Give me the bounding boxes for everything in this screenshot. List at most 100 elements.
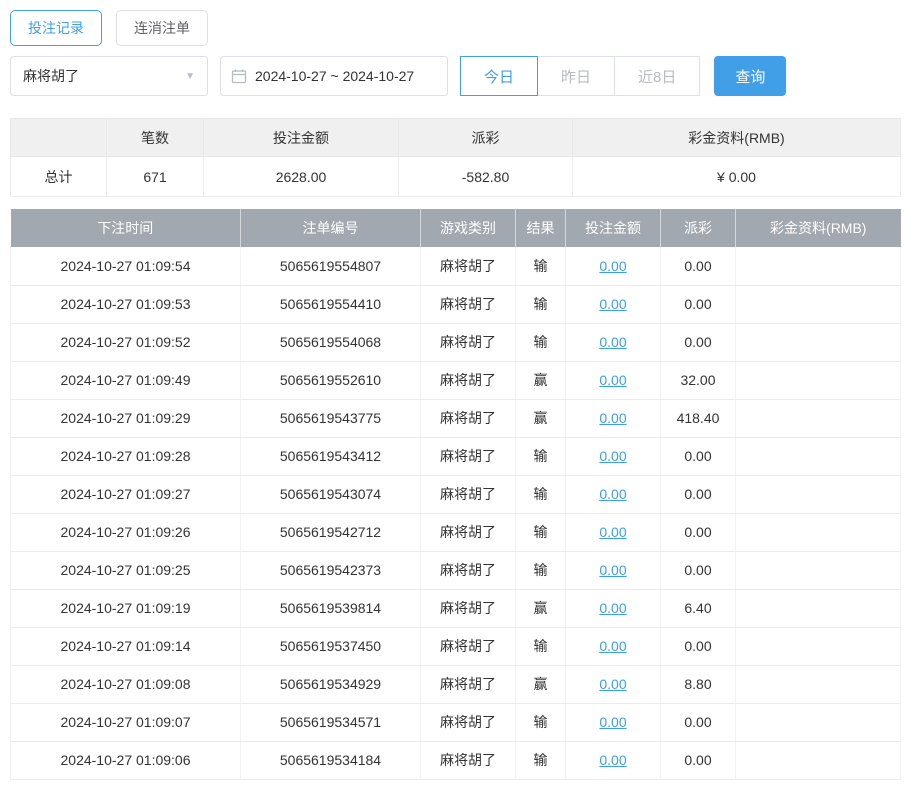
game-type-select-value: 麻将胡了 — [23, 66, 79, 86]
bet-amount-cell: 0.00 — [566, 627, 661, 665]
result-cell: 输 — [516, 285, 566, 323]
col-header-bet-amount: 投注金额 — [566, 209, 661, 247]
game-type-cell: 麻将胡了 — [421, 323, 516, 361]
date-range-picker[interactable]: 2024-10-27 ~ 2024-10-27 — [220, 56, 448, 96]
summary-bonus-value: ¥ 0.00 — [573, 157, 901, 197]
payout-cell: 0.00 — [661, 285, 736, 323]
table-row: 2024-10-27 01:09:525065619554068麻将胡了输0.0… — [11, 323, 901, 361]
game-type-cell: 麻将胡了 — [421, 589, 516, 627]
game-type-cell: 麻将胡了 — [421, 437, 516, 475]
bet-amount-link[interactable]: 0.00 — [599, 334, 626, 350]
bet-amount-link[interactable]: 0.00 — [599, 562, 626, 578]
bonus-cell — [736, 361, 901, 399]
col-header-game-type: 游戏类别 — [421, 209, 516, 247]
bet-amount-cell: 0.00 — [566, 703, 661, 741]
table-row: 2024-10-27 01:09:255065619542373麻将胡了输0.0… — [11, 551, 901, 589]
bet-amount-link[interactable]: 0.00 — [599, 638, 626, 654]
bonus-cell — [736, 551, 901, 589]
payout-cell: 0.00 — [661, 247, 736, 285]
table-row: 2024-10-27 01:09:295065619543775麻将胡了赢0.0… — [11, 399, 901, 437]
bonus-cell — [736, 627, 901, 665]
payout-cell: 0.00 — [661, 741, 736, 779]
bonus-cell — [736, 589, 901, 627]
order-id-cell: 5065619542712 — [241, 513, 421, 551]
result-cell: 输 — [516, 475, 566, 513]
result-cell: 赢 — [516, 361, 566, 399]
range-yesterday-button[interactable]: 昨日 — [537, 56, 615, 96]
bet-amount-link[interactable]: 0.00 — [599, 714, 626, 730]
summary-bet-amount-value: 2628.00 — [204, 157, 399, 197]
filters-row: 麻将胡了 ▼ 2024-10-27 ~ 2024-10-27 今日 昨日 近8日… — [10, 56, 900, 96]
bet-amount-link[interactable]: 0.00 — [599, 448, 626, 464]
game-type-select[interactable]: 麻将胡了 ▼ — [10, 56, 208, 96]
order-id-cell: 5065619537450 — [241, 627, 421, 665]
summary-header-row: 笔数 投注金额 派彩 彩金资料(RMB) — [11, 119, 901, 157]
table-row: 2024-10-27 01:09:545065619554807麻将胡了输0.0… — [11, 247, 901, 285]
bet-time-cell: 2024-10-27 01:09:08 — [11, 665, 241, 703]
bet-time-cell: 2024-10-27 01:09:14 — [11, 627, 241, 665]
bet-time-cell: 2024-10-27 01:09:28 — [11, 437, 241, 475]
bet-amount-link[interactable]: 0.00 — [599, 258, 626, 274]
range-last-8-days-button[interactable]: 近8日 — [614, 56, 700, 96]
order-id-cell: 5065619552610 — [241, 361, 421, 399]
order-id-cell: 5065619554068 — [241, 323, 421, 361]
bonus-cell — [736, 513, 901, 551]
summary-total-row: 总计 671 2628.00 -582.80 ¥ 0.00 — [11, 157, 901, 197]
result-cell: 赢 — [516, 665, 566, 703]
order-id-cell: 5065619543412 — [241, 437, 421, 475]
result-cell: 输 — [516, 323, 566, 361]
records-header-row: 下注时间 注单编号 游戏类别 结果 投注金额 派彩 彩金资料(RMB) — [11, 209, 901, 247]
date-range-value: 2024-10-27 ~ 2024-10-27 — [255, 68, 414, 84]
summary-total-label: 总计 — [11, 157, 107, 197]
game-type-cell: 麻将胡了 — [421, 551, 516, 589]
range-today-button[interactable]: 今日 — [460, 56, 538, 96]
bonus-cell — [736, 247, 901, 285]
table-row: 2024-10-27 01:09:265065619542712麻将胡了输0.0… — [11, 513, 901, 551]
bet-time-cell: 2024-10-27 01:09:06 — [11, 741, 241, 779]
result-cell: 赢 — [516, 399, 566, 437]
summary-header-bonus: 彩金资料(RMB) — [573, 119, 901, 157]
result-cell: 输 — [516, 703, 566, 741]
payout-cell: 0.00 — [661, 551, 736, 589]
bet-amount-link[interactable]: 0.00 — [599, 676, 626, 692]
tab-betting-records[interactable]: 投注记录 — [10, 10, 102, 46]
order-id-cell: 5065619534929 — [241, 665, 421, 703]
search-button[interactable]: 查询 — [714, 56, 786, 96]
bet-time-cell: 2024-10-27 01:09:26 — [11, 513, 241, 551]
betting-records-page: 投注记录 连消注单 麻将胡了 ▼ 2024-10-27 ~ 2024-10-27… — [0, 0, 910, 790]
bet-amount-cell: 0.00 — [566, 513, 661, 551]
payout-cell: 0.00 — [661, 703, 736, 741]
bet-amount-cell: 0.00 — [566, 589, 661, 627]
summary-header-count: 笔数 — [107, 119, 204, 157]
result-cell: 输 — [516, 627, 566, 665]
bet-amount-link[interactable]: 0.00 — [599, 600, 626, 616]
bet-amount-cell: 0.00 — [566, 323, 661, 361]
bet-amount-cell: 0.00 — [566, 285, 661, 323]
summary-table: 笔数 投注金额 派彩 彩金资料(RMB) 总计 671 2628.00 -582… — [10, 118, 901, 197]
bet-time-cell: 2024-10-27 01:09:53 — [11, 285, 241, 323]
tab-cancelled-orders[interactable]: 连消注单 — [116, 10, 208, 46]
bet-time-cell: 2024-10-27 01:09:54 — [11, 247, 241, 285]
result-cell: 输 — [516, 437, 566, 475]
payout-cell: 6.40 — [661, 589, 736, 627]
payout-cell: 0.00 — [661, 437, 736, 475]
bet-amount-cell: 0.00 — [566, 741, 661, 779]
bonus-cell — [736, 475, 901, 513]
payout-cell: 0.00 — [661, 323, 736, 361]
result-cell: 输 — [516, 247, 566, 285]
summary-header-payout: 派彩 — [399, 119, 573, 157]
bet-amount-link[interactable]: 0.00 — [599, 752, 626, 768]
bonus-cell — [736, 399, 901, 437]
table-row: 2024-10-27 01:09:285065619543412麻将胡了输 0.0… — [11, 437, 901, 475]
result-cell: 输 — [516, 551, 566, 589]
bet-amount-link[interactable]: 0.00 — [599, 524, 626, 540]
game-type-cell: 麻将胡了 — [421, 513, 516, 551]
bet-amount-link[interactable]: 0.00 — [599, 486, 626, 502]
summary-count-value: 671 — [107, 157, 204, 197]
col-header-result: 结果 — [516, 209, 566, 247]
bet-amount-link[interactable]: 0.00 — [599, 296, 626, 312]
bet-amount-link[interactable]: 0.00 — [599, 410, 626, 426]
bet-amount-link[interactable]: 0.00 — [599, 372, 626, 388]
table-row: 2024-10-27 01:09:145065619537450麻将胡了输0.0… — [11, 627, 901, 665]
summary-header-blank — [11, 119, 107, 157]
